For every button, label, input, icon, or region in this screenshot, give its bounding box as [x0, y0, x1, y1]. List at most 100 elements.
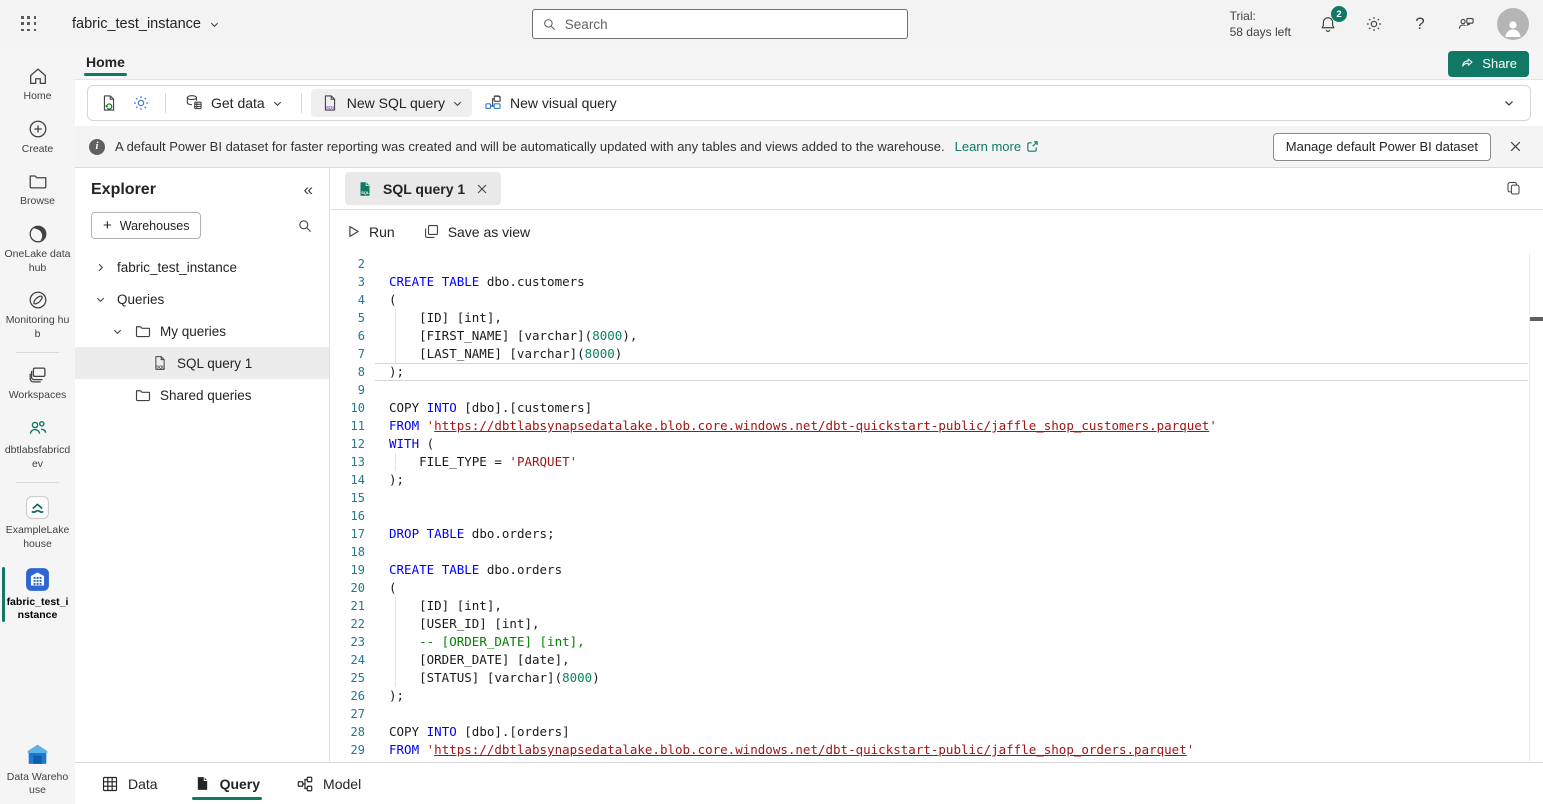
tree-item-label: Shared queries [160, 388, 252, 403]
rail-item-fabric-test-instance[interactable]: fabric_test_instance [0, 559, 75, 630]
sql-code-area[interactable]: 23CREATE TABLE dbo.customers4(5 [ID] [in… [330, 253, 1543, 762]
run-button[interactable]: Run [346, 224, 395, 240]
rail-item-data-warehouse[interactable]: Data Warehouse [0, 734, 75, 804]
code-line-8[interactable]: 8); [330, 363, 1528, 381]
code-line-18[interactable]: 18 [330, 543, 1528, 561]
code-line-25[interactable]: 25 [STATUS] [varchar](8000) [330, 669, 1528, 687]
code-line-10[interactable]: 10COPY INTO [dbo].[customers] [330, 399, 1528, 417]
app-launcher-icon[interactable] [14, 9, 44, 39]
notification-badge: 2 [1331, 6, 1347, 22]
tree-item-my-queries[interactable]: My queries [75, 315, 329, 347]
sql-query-tab[interactable]: SQL SQL query 1 [345, 172, 501, 205]
play-icon [346, 224, 361, 239]
manage-default-dataset-button[interactable]: Manage default Power BI dataset [1273, 133, 1491, 161]
model-icon [296, 775, 314, 793]
line-number: 19 [330, 561, 365, 579]
code-line-5[interactable]: 5 [ID] [int], [330, 309, 1528, 327]
help-button[interactable]: ? [1405, 9, 1435, 39]
ribbon-tab-row: Home Share [75, 48, 1543, 80]
feedback-button[interactable] [1451, 9, 1481, 39]
tree-item-sql-query-1[interactable]: SQLSQL query 1 [75, 347, 329, 379]
line-number: 6 [330, 327, 365, 345]
code-line-19[interactable]: 19CREATE TABLE dbo.orders [330, 561, 1528, 579]
save-as-view-button[interactable]: Save as view [423, 223, 530, 240]
code-line-16[interactable]: 16 [330, 507, 1528, 525]
code-line-9[interactable]: 9 [330, 381, 1528, 399]
code-line-12[interactable]: 12WITH ( [330, 435, 1528, 453]
query-editor: SQL SQL query 1 [330, 168, 1543, 762]
rail-item-examplelakehouse[interactable]: ExampleLakehouse [0, 487, 75, 558]
rail-item-browse[interactable]: Browse [0, 163, 75, 216]
line-number: 27 [330, 705, 365, 723]
code-line-17[interactable]: 17DROP TABLE dbo.orders; [330, 525, 1528, 543]
code-text: ); [389, 471, 404, 489]
tree-item-shared-queries[interactable]: Shared queries [75, 379, 329, 411]
copy-button[interactable] [1498, 174, 1528, 204]
code-line-23[interactable]: 23 -- [ORDER_DATE] [int], [330, 633, 1528, 651]
left-nav-rail: HomeCreateBrowseOneLake data hubMonitori… [0, 48, 75, 804]
code-line-29[interactable]: 29FROM 'https://dbtlabsynapsedatalake.bl… [330, 741, 1528, 759]
code-line-15[interactable]: 15 [330, 489, 1528, 507]
add-warehouses-button[interactable]: + Warehouses [91, 212, 201, 239]
gear-blue-icon [131, 93, 151, 113]
tab-close-icon[interactable] [474, 181, 490, 197]
view-tab-data[interactable]: Data [101, 763, 158, 804]
new-visual-query-button[interactable]: New visual query [474, 89, 626, 117]
search-input[interactable] [565, 17, 898, 32]
tree-item-fabric-test-instance[interactable]: fabric_test_instance [75, 251, 329, 283]
code-line-4[interactable]: 4( [330, 291, 1528, 309]
chevron-down-icon [452, 98, 463, 109]
share-button[interactable]: Share [1448, 51, 1529, 77]
refresh-button[interactable] [94, 89, 124, 117]
global-search[interactable] [532, 9, 908, 39]
ribbon-collapse-button[interactable] [1494, 89, 1524, 117]
workspace-switcher[interactable]: fabric_test_instance [72, 16, 220, 32]
banner-close-button[interactable] [1501, 133, 1529, 161]
settings-ribbon-button[interactable] [126, 89, 156, 117]
code-line-11[interactable]: 11FROM 'https://dbtlabsynapsedatalake.bl… [330, 417, 1528, 435]
explorer-search-icon[interactable] [297, 218, 313, 234]
get-data-button[interactable]: Get data [175, 89, 292, 117]
question-mark-icon: ? [1415, 14, 1424, 34]
rail-item-dbtlabsfabricdev[interactable]: dbtlabsfabricdev [0, 410, 75, 478]
rail-item-monitoring-hub[interactable]: Monitoring hub [0, 282, 75, 348]
code-line-27[interactable]: 27 [330, 705, 1528, 723]
tree-item-label: SQL query 1 [177, 356, 252, 371]
warehouse-icon [24, 566, 51, 593]
code-line-13[interactable]: 13 FILE_TYPE = 'PARQUET' [330, 453, 1528, 471]
rail-item-home[interactable]: Home [0, 58, 75, 111]
code-line-3[interactable]: 3CREATE TABLE dbo.customers [330, 273, 1528, 291]
code-line-14[interactable]: 14); [330, 471, 1528, 489]
settings-button[interactable] [1359, 9, 1389, 39]
rail-item-label: Data Warehouse [4, 771, 71, 798]
view-tab-query[interactable]: Query [194, 763, 260, 804]
tab-home[interactable]: Home [84, 50, 127, 78]
rail-item-create[interactable]: Create [0, 111, 75, 164]
rail-item-onelake-data-hub[interactable]: OneLake data hub [0, 216, 75, 282]
line-number: 22 [330, 615, 365, 633]
view-tab-model[interactable]: Model [296, 763, 361, 804]
code-line-6[interactable]: 6 [FIRST_NAME] [varchar](8000), [330, 327, 1528, 345]
notifications-button[interactable]: 2 [1313, 9, 1343, 39]
code-line-2[interactable]: 2 [330, 255, 1528, 273]
code-line-26[interactable]: 26); [330, 687, 1528, 705]
code-line-7[interactable]: 7 [LAST_NAME] [varchar](8000) [330, 345, 1528, 363]
collapse-panel-icon[interactable]: « [304, 180, 313, 200]
rail-item-label: ExampleLakehouse [4, 524, 71, 551]
line-number: 14 [330, 471, 365, 489]
code-line-22[interactable]: 22 [USER_ID] [int], [330, 615, 1528, 633]
code-line-24[interactable]: 24 [ORDER_DATE] [date], [330, 651, 1528, 669]
chevron-right-icon[interactable] [91, 262, 109, 273]
learn-more-link[interactable]: Learn more [955, 139, 1039, 154]
tree-item-queries[interactable]: Queries [75, 283, 329, 315]
chevron-down-icon[interactable] [108, 326, 126, 337]
user-avatar[interactable] [1497, 8, 1529, 40]
explorer-panel: Explorer « + Warehouses fabric_test_inst… [75, 168, 330, 762]
code-line-21[interactable]: 21 [ID] [int], [330, 597, 1528, 615]
new-sql-query-button[interactable]: SQL New SQL query [311, 89, 472, 117]
code-line-20[interactable]: 20( [330, 579, 1528, 597]
chevron-down-icon[interactable] [91, 294, 109, 305]
rail-item-workspaces[interactable]: Workspaces [0, 357, 75, 410]
code-line-28[interactable]: 28COPY INTO [dbo].[orders] [330, 723, 1528, 741]
overview-ruler[interactable] [1529, 253, 1543, 762]
